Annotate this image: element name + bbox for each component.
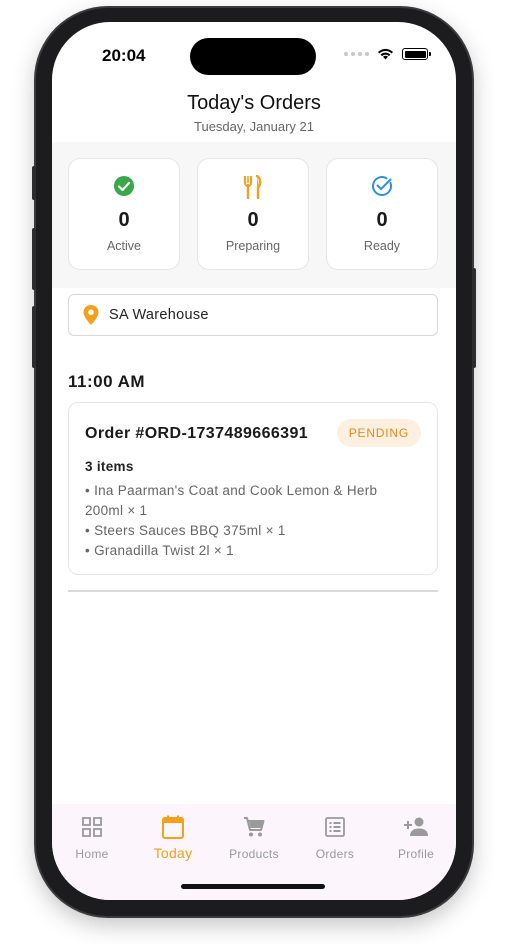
dynamic-island xyxy=(190,38,316,75)
wifi-icon xyxy=(378,48,393,60)
stat-value-preparing: 0 xyxy=(247,209,259,231)
warehouse-selector[interactable]: SA Warehouse xyxy=(68,294,438,336)
circle-check-outline-icon xyxy=(372,176,392,196)
order-item-count: 3 items xyxy=(85,459,134,474)
tab-label-today: Today xyxy=(153,845,193,861)
stat-card-preparing[interactable]: 0 Preparing xyxy=(197,158,309,270)
warehouse-label: SA Warehouse xyxy=(109,307,209,323)
page-date: Tuesday, January 21 xyxy=(194,119,314,134)
tab-home[interactable]: Home xyxy=(52,814,132,861)
order-card[interactable]: Order #ORD-1737489666391 PENDING 3 items… xyxy=(68,402,438,575)
time-group-heading: 11:00 AM xyxy=(68,372,146,391)
app-screen: 20:04 Today's Orders Tuesday, January 21… xyxy=(52,22,456,900)
check-circle-icon xyxy=(114,176,134,196)
order-item-line: 200ml × 1 xyxy=(85,503,148,518)
signal-icon xyxy=(344,52,369,56)
stat-card-active[interactable]: 0 Active xyxy=(68,158,180,270)
tab-label-orders: Orders xyxy=(315,847,355,861)
stat-card-ready[interactable]: 0 Ready xyxy=(326,158,438,270)
cart-icon xyxy=(244,817,265,837)
stat-label-ready: Ready xyxy=(363,239,401,253)
tab-label-home: Home xyxy=(75,847,109,861)
tab-label-products: Products xyxy=(229,847,279,861)
status-badge: PENDING xyxy=(336,419,421,447)
tab-profile[interactable]: Profile xyxy=(376,814,456,861)
location-pin-icon xyxy=(83,305,99,325)
home-indicator[interactable] xyxy=(181,884,325,889)
fork-knife-icon xyxy=(244,175,262,199)
list-icon xyxy=(325,817,345,837)
tab-today[interactable]: Today xyxy=(133,814,213,861)
add-person-icon xyxy=(404,817,428,836)
page-header: Today's Orders Tuesday, January 21 xyxy=(52,92,456,134)
tab-products[interactable]: Products xyxy=(214,814,294,861)
status-time: 20:04 xyxy=(102,46,146,65)
grid-icon xyxy=(82,817,102,837)
silent-switch xyxy=(32,166,36,200)
tab-label-profile: Profile xyxy=(397,847,435,861)
battery-icon xyxy=(402,48,431,60)
order-item-line: • Ina Paarman's Coat and Cook Lemon & He… xyxy=(85,483,378,498)
section-divider xyxy=(68,590,438,592)
order-item-line: • Steers Sauces BBQ 375ml × 1 xyxy=(85,523,286,538)
stat-label-active: Active xyxy=(106,239,142,253)
stat-value-ready: 0 xyxy=(376,209,388,231)
stats-section: 0 Active 0 Preparing 0 Ready xyxy=(52,142,456,288)
tab-orders[interactable]: Orders xyxy=(295,814,375,861)
stat-value-active: 0 xyxy=(118,209,130,231)
volume-down-button xyxy=(32,306,36,368)
order-item-list: • Ina Paarman's Coat and Cook Lemon & He… xyxy=(85,481,415,561)
order-id: Order #ORD-1737489666391 xyxy=(85,425,309,442)
calendar-icon xyxy=(162,815,184,839)
volume-up-button xyxy=(32,228,36,290)
order-item-line: • Granadilla Twist 2l × 1 xyxy=(85,543,234,558)
stat-label-preparing: Preparing xyxy=(225,239,281,253)
power-button xyxy=(472,268,476,368)
page-title: Today's Orders xyxy=(187,92,321,114)
status-icons xyxy=(344,48,431,60)
